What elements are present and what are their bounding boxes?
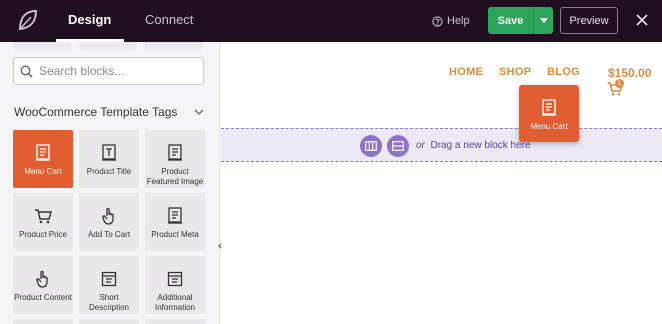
seedprod-logo-icon[interactable] <box>14 6 42 34</box>
chevron-down-icon <box>194 109 204 115</box>
block-label: Short Description <box>88 293 129 312</box>
section-header-woocommerce[interactable]: WooCommerce Template Tags <box>14 104 204 120</box>
nav-link-home[interactable]: HOME <box>449 66 483 78</box>
save-button[interactable]: Save <box>488 7 533 34</box>
block-product-featured-image[interactable]: Product Featured Image <box>145 130 205 188</box>
partial-block-tile[interactable] <box>13 42 71 50</box>
block-menu-cart[interactable]: Menu Cart <box>13 130 73 188</box>
save-options-button[interactable] <box>533 7 553 34</box>
partial-block-tile[interactable] <box>145 42 203 50</box>
document-icon <box>540 99 558 117</box>
block-product-price[interactable]: Product Price <box>13 193 73 251</box>
drop-zone-or: or <box>416 140 425 151</box>
nav-link-shop[interactable]: SHOP <box>499 66 531 78</box>
dragged-menu-cart-block[interactable]: Menu Cart <box>519 85 579 142</box>
partial-block-tile[interactable] <box>145 319 205 324</box>
add-columns-button[interactable] <box>360 135 382 157</box>
preview-button[interactable]: Preview <box>560 7 618 34</box>
partial-block-tile[interactable] <box>13 319 73 324</box>
block-label: Menu Cart <box>24 167 62 176</box>
document-icon <box>166 144 184 162</box>
block-short-description[interactable]: Short Description <box>79 256 139 314</box>
partial-block-tile[interactable] <box>79 42 137 50</box>
search-blocks-field[interactable] <box>13 57 204 85</box>
block-drop-zone[interactable]: or Drag a new block here <box>221 128 662 162</box>
search-input[interactable] <box>39 64 199 78</box>
partial-block-tile[interactable] <box>79 319 139 324</box>
page-canvas: HOME SHOP BLOG $150.00 1 or Drag a new b… <box>221 42 662 324</box>
nav-link-blog[interactable]: BLOG <box>547 66 580 78</box>
save-button-group: Save <box>488 7 553 34</box>
block-label: Product Content <box>14 293 72 302</box>
block-label: Product Title <box>86 167 132 176</box>
block-label: Additional Information <box>154 293 196 312</box>
help-icon <box>432 15 443 27</box>
block-label: Product Price <box>18 230 68 239</box>
close-button[interactable] <box>632 10 652 30</box>
block-add-to-cart[interactable]: Add To Cart <box>79 193 139 251</box>
block-additional-information[interactable]: Additional Information <box>145 256 205 314</box>
block-label: Add To Cart <box>87 230 131 239</box>
tab-connect[interactable]: Connect <box>145 0 193 42</box>
drop-zone-text: or Drag a new block here <box>416 129 531 163</box>
title-icon <box>100 144 118 162</box>
document-icon <box>34 144 52 162</box>
cart-count-badge: 1 <box>615 79 624 88</box>
top-bar: Design Connect Help Save Preview <box>0 0 662 42</box>
document-icon <box>166 207 184 225</box>
tab-design[interactable]: Design <box>68 0 111 42</box>
block-product-meta[interactable]: Product Meta <box>145 193 205 251</box>
block-product-content[interactable]: Product Content <box>13 256 73 314</box>
window-icon <box>100 270 118 288</box>
block-label: Product Meta <box>151 230 199 239</box>
help-label: Help <box>447 15 470 27</box>
block-label: Product Featured Image <box>146 167 204 186</box>
caret-down-icon <box>539 18 548 23</box>
hand-pointer-icon <box>100 207 118 225</box>
section-title: WooCommerce Template Tags <box>14 105 178 119</box>
window-icon <box>166 270 184 288</box>
cart-icon <box>34 207 52 225</box>
cart-total: $150.00 <box>608 66 652 80</box>
help-link[interactable]: Help <box>432 0 470 42</box>
blocks-sidebar: WooCommerce Template Tags Menu Cart Prod… <box>0 42 220 324</box>
drag-ghost-label: Menu Cart <box>530 122 568 131</box>
search-icon <box>20 65 33 78</box>
close-icon <box>636 14 648 26</box>
drop-zone-hint: Drag a new block here <box>430 140 531 151</box>
columns-icon <box>365 141 377 151</box>
add-section-button[interactable] <box>387 135 409 157</box>
hand-pointer-icon <box>34 270 52 288</box>
section-icon <box>392 141 404 151</box>
block-product-title[interactable]: Product Title <box>79 130 139 188</box>
